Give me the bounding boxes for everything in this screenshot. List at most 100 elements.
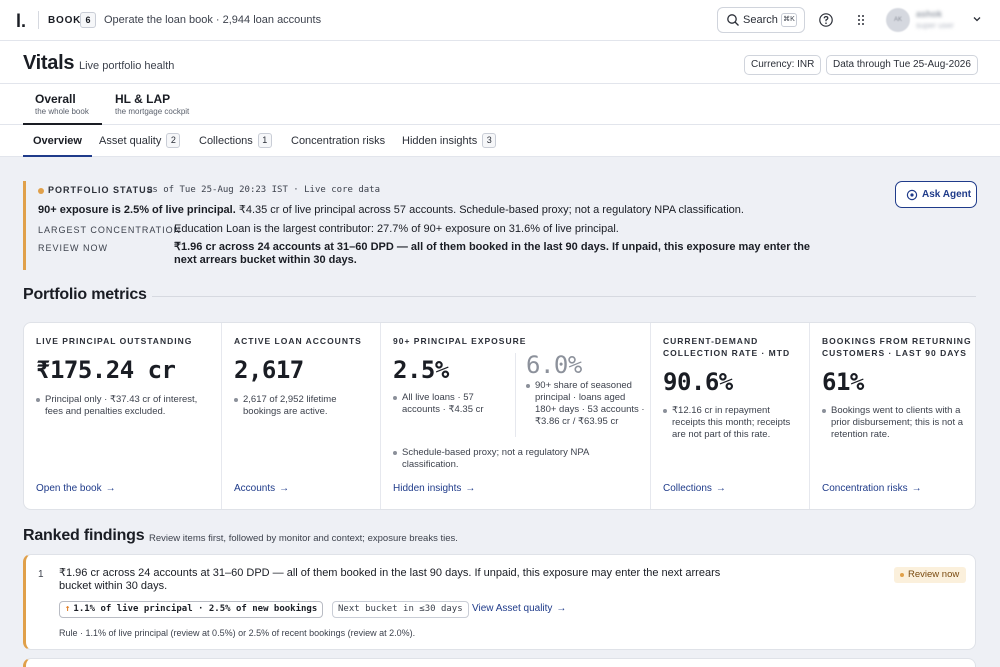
metric-footnote: Schedule-based proxy; not a regulatory N… [393, 447, 593, 471]
metric-note: ₹12.16 cr in repayment receipts this mon… [663, 405, 803, 441]
metric-value: 61% [822, 368, 864, 396]
tab-title: Overall [35, 92, 76, 106]
link-label: Accounts [234, 483, 276, 494]
finding-card[interactable] [23, 658, 976, 667]
portfolio-status-panel: PORTFOLIO STATUS as of Tue 25-Aug 20:23 … [23, 181, 977, 270]
tab-count-badge: 2 [166, 133, 181, 148]
metric-secondary-value: 6.0% [526, 351, 582, 379]
concentration-risks-link[interactable]: Concentration risks → [822, 483, 922, 494]
divider [152, 296, 976, 297]
search-shortcut: ⌘K [781, 13, 797, 27]
arrow-right-icon: → [279, 483, 290, 494]
metrics-card: LIVE PRINCIPAL OUTSTANDING ₹175.24 cr Pr… [23, 322, 976, 510]
metric-live-principal: LIVE PRINCIPAL OUTSTANDING ₹175.24 cr Pr… [24, 323, 222, 509]
status-badge: Review now [894, 567, 967, 583]
metric-note: All live loans · 57 accounts · ₹4.35 cr [393, 392, 503, 416]
hidden-insights-link[interactable]: Hidden insights → [393, 483, 475, 494]
tab-hl-lap[interactable]: HL & LAP the mortgage cockpit [103, 84, 213, 125]
finding-rank: 1 [38, 569, 44, 580]
book-description: Operate the loan book · 2,944 loan accou… [104, 14, 322, 26]
largest-concentration-label: LARGEST CONCENTRATION [38, 225, 182, 235]
metric-label: BOOKINGS FROM RETURNING CUSTOMERS · LAST… [822, 336, 972, 358]
status-dot [38, 188, 44, 194]
finding-card[interactable]: 1 ₹1.96 cr across 24 accounts at 31–60 D… [23, 554, 976, 650]
tab-count-badge: 1 [257, 133, 272, 148]
tab-label: Collections [199, 135, 253, 147]
user-name: ashok [916, 9, 943, 19]
metric-note: Principal only · ₹37.43 cr of interest, … [36, 394, 216, 418]
page-title: Vitals [23, 52, 75, 74]
divider [515, 353, 516, 437]
arrow-right-icon: → [556, 603, 567, 614]
book-label: BOOK [48, 15, 82, 26]
tab-subtitle: the mortgage cockpit [115, 107, 190, 116]
status-as-of: as of Tue 25-Aug 20:23 IST · Live core d… [147, 185, 380, 195]
tab-overall[interactable]: Overall the whole book [23, 84, 102, 125]
chevron-down-icon[interactable] [972, 14, 982, 24]
section-tabs: Overview Asset quality 2 Collections 1 Con… [0, 125, 1000, 157]
book-count-badge: 6 [80, 12, 96, 28]
arrow-right-icon: → [715, 483, 726, 494]
status-headline-bold: 90+ exposure is 2.5% of live principal. [38, 204, 236, 216]
metric-90-plus-exposure: 90+ PRINCIPAL EXPOSURE 2.5% All live loa… [381, 323, 651, 509]
user-role: super user [916, 21, 954, 30]
help-icon[interactable] [818, 12, 834, 28]
link-label: Hidden insights [393, 483, 462, 494]
metric-returning-customers: BOOKINGS FROM RETURNING CUSTOMERS · LAST… [810, 323, 975, 509]
chip-label: 1.1% of live principal · 2.5% of new boo… [73, 604, 318, 614]
tab-asset-quality[interactable]: Asset quality 2 [99, 125, 181, 157]
status-headline: 90+ exposure is 2.5% of live principal. … [38, 203, 744, 216]
open-the-book-link[interactable]: Open the book → [36, 483, 116, 494]
accounts-link[interactable]: Accounts → [234, 483, 289, 494]
findings-subtitle: Review items first, followed by monitor … [149, 533, 458, 544]
metric-value: 2,617 [234, 356, 304, 384]
tab-label: Overview [33, 135, 82, 147]
finding-timing-chip: Next bucket in ≤30 days [332, 601, 469, 618]
tab-overview[interactable]: Overview [23, 125, 92, 157]
currency-pill[interactable]: Currency: INR [744, 55, 822, 75]
search-button[interactable]: Search ⌘K [717, 7, 805, 33]
agent-target-icon [906, 189, 918, 201]
arrow-up-icon: ↑ [65, 604, 71, 614]
divider [38, 11, 39, 29]
search-icon [727, 14, 739, 26]
link-label: Open the book [36, 483, 102, 494]
tab-label: Asset quality [99, 135, 162, 147]
arrow-right-icon: → [105, 483, 116, 494]
status-title: PORTFOLIO STATUS [48, 185, 154, 195]
largest-concentration-value: Education Loan is the largest contributo… [174, 223, 619, 235]
metric-label: LIVE PRINCIPAL OUTSTANDING [36, 336, 193, 346]
metric-label: CURRENT-DEMAND COLLECTION RATE · MTD [663, 336, 791, 358]
view-asset-quality-link[interactable]: View Asset quality → [472, 603, 566, 614]
link-label: View Asset quality [472, 603, 553, 614]
tab-subtitle: the whole book [35, 107, 89, 116]
apps-grid-icon[interactable] [853, 12, 869, 28]
tab-collections[interactable]: Collections 1 [199, 125, 272, 157]
metric-value: 90.6% [663, 368, 733, 396]
link-label: Collections [663, 483, 712, 494]
tab-count-badge: 3 [482, 133, 497, 148]
ask-agent-button[interactable]: Ask Agent [895, 181, 977, 208]
tab-title: HL & LAP [115, 92, 171, 106]
avatar[interactable]: AK [886, 8, 910, 32]
metric-label: ACTIVE LOAN ACCOUNTS [234, 336, 362, 346]
metric-active-accounts: ACTIVE LOAN ACCOUNTS 2,617 2,617 of 2,95… [222, 323, 381, 509]
tab-label: Concentration risks [291, 135, 386, 147]
finding-metric-chip: ↑ 1.1% of live principal · 2.5% of new bo… [59, 601, 324, 618]
data-through-pill: Data through Tue 25-Aug-2026 [826, 55, 978, 75]
metric-note: Bookings went to clients with a prior di… [822, 405, 970, 441]
tab-concentration-risks[interactable]: Concentration risks [291, 125, 385, 157]
finding-rule: Rule · 1.1% of live principal (review at… [59, 628, 416, 638]
collections-link[interactable]: Collections → [663, 483, 726, 494]
findings-section-title: Ranked findings [23, 527, 145, 544]
arrow-right-icon: → [911, 483, 922, 494]
metric-note: 2,617 of 2,952 lifetime bookings are act… [234, 394, 374, 418]
book-tabs: Overall the whole book HL & LAP the mort… [0, 84, 1000, 125]
metric-secondary-note: 90+ share of seasoned principal · loans … [526, 380, 646, 428]
app-logo[interactable]: l. [16, 11, 26, 32]
arrow-right-icon: → [465, 483, 476, 494]
metric-value: 2.5% [393, 356, 449, 384]
ask-agent-label: Ask Agent [922, 189, 972, 200]
tab-hidden-insights[interactable]: Hidden insights 3 [402, 125, 497, 157]
metric-collection-rate: CURRENT-DEMAND COLLECTION RATE · MTD 90.… [651, 323, 810, 509]
